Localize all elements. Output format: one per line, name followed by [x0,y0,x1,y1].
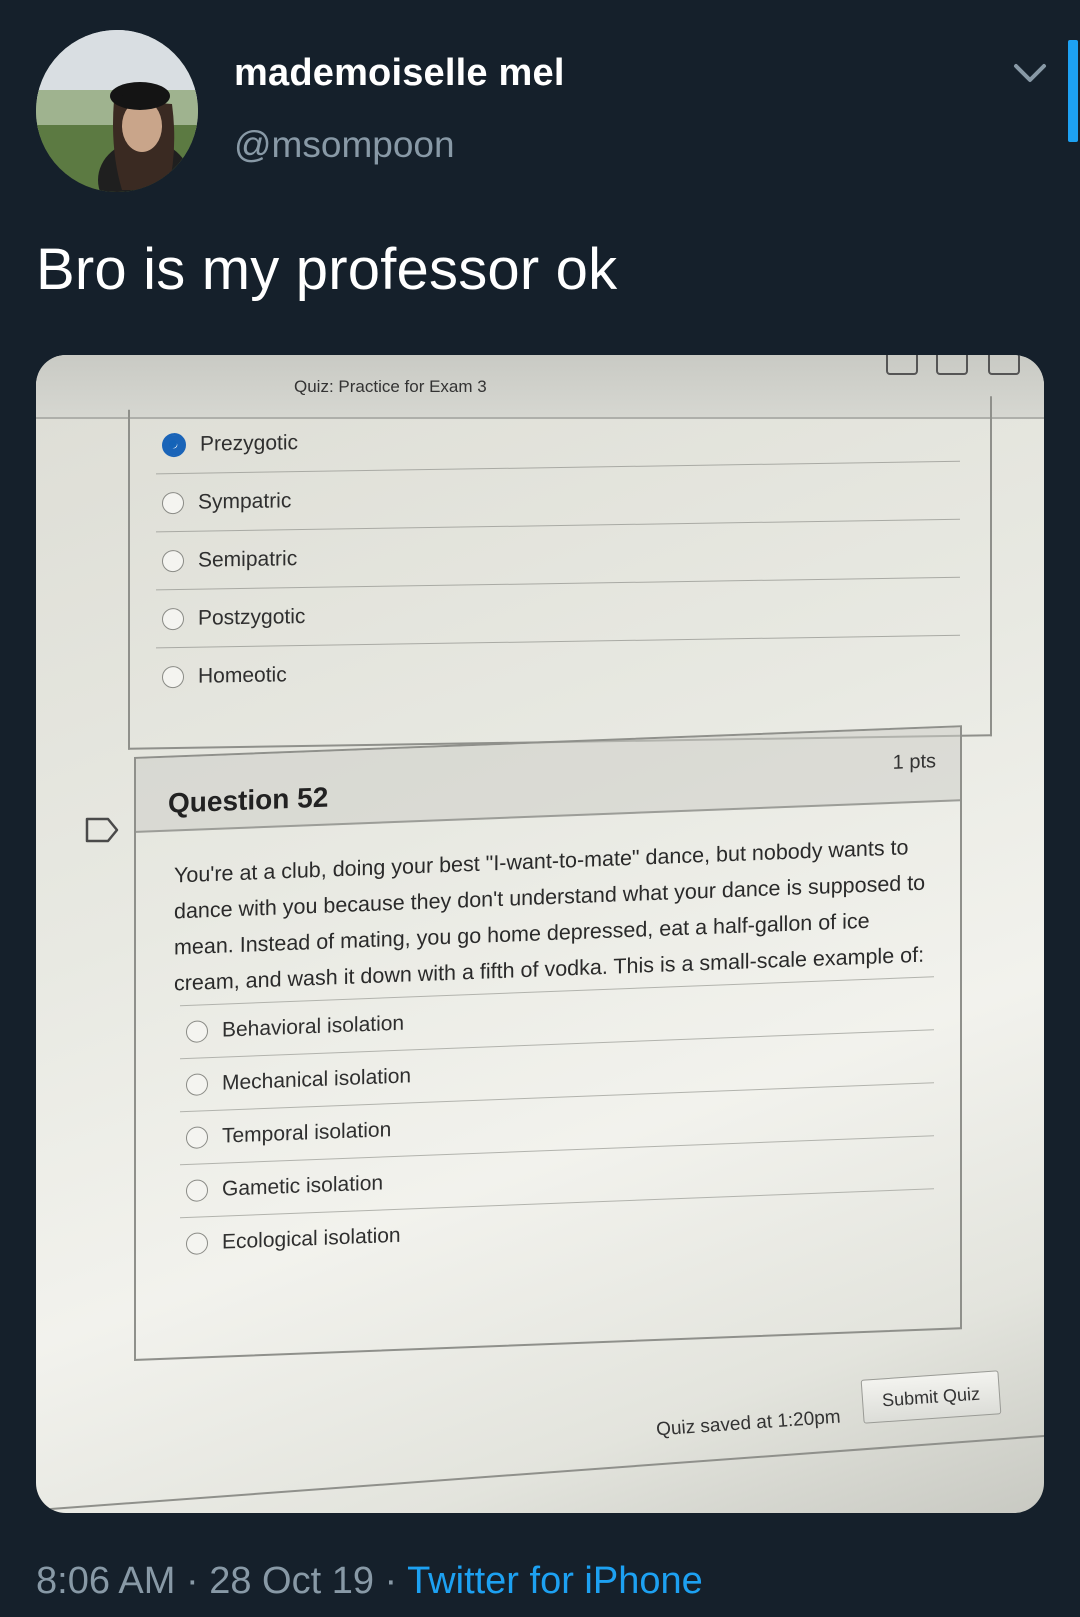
radio-button[interactable] [186,1232,208,1256]
answer-options: Behavioral isolation Mechanical isolatio… [180,976,934,1270]
option-label: Homeotic [198,663,287,688]
radio-button-selected[interactable] [162,432,186,458]
question-text: You're at a club, doing your best "I-wan… [174,835,926,996]
chevron-down-icon[interactable] [1010,58,1050,90]
option-label: Semipatric [198,547,298,572]
option-label: Temporal isolation [222,1118,392,1148]
radio-button[interactable] [186,1126,208,1150]
user-handle[interactable]: @msompoon [234,124,455,166]
previous-question-panel: Prezygotic Sympatric Semipatric Postzygo… [128,396,992,750]
question-number: Question 52 [168,781,329,819]
flag-question-icon[interactable] [84,815,120,845]
tweet-time[interactable]: 8:06 AM [36,1560,175,1602]
option-label: Prezygotic [200,431,299,456]
scrollbar[interactable] [1068,40,1078,142]
radio-button[interactable] [162,491,184,515]
radio-button[interactable] [162,549,184,573]
display-name[interactable]: mademoiselle mel [234,52,565,95]
quiz-saved-status: Quiz saved at 1:20pm [655,1406,842,1441]
option-label: Behavioral isolation [222,1011,405,1042]
separator: · [175,1560,210,1602]
tweet-source-link[interactable]: Twitter for iPhone [407,1560,703,1602]
option-label: Gametic isolation [222,1171,384,1201]
submit-quiz-button[interactable]: Submit Quiz [860,1370,1002,1424]
radio-button[interactable] [162,607,184,631]
divider [38,1435,1044,1511]
separator: · [373,1560,408,1602]
option-label: Ecological isolation [222,1223,401,1254]
tweet-text: Bro is my professor ok [36,237,618,302]
toolbar-icon [988,355,1020,375]
toolbar-icon [936,355,968,375]
option-label: Sympatric [198,489,292,514]
question-panel: Question 52 1 pts You're at a club, doin… [134,725,962,1361]
avatar[interactable] [36,30,198,192]
radio-button[interactable] [186,1179,208,1203]
option-label: Mechanical isolation [222,1064,412,1095]
tweet-header: mademoiselle mel @msompoon [0,0,1080,210]
radio-button[interactable] [186,1073,208,1097]
tweet-photo[interactable]: Quiz: Practice for Exam 3 Prezygotic Sym… [36,355,1044,1513]
tweet-metadata: 8:06 AM · 28 Oct 19 · Twitter for iPhone [36,1560,703,1603]
toolbar-icon [886,355,918,375]
answer-option[interactable]: Homeotic [156,637,960,706]
quiz-title: Quiz: Practice for Exam 3 [294,377,487,396]
option-label: Postzygotic [198,604,306,630]
radio-button[interactable] [186,1020,208,1044]
question-points: 1 pts [892,750,936,774]
avatar-image [36,30,198,192]
tweet-date[interactable]: 28 Oct 19 [209,1560,374,1602]
radio-button[interactable] [162,665,184,689]
